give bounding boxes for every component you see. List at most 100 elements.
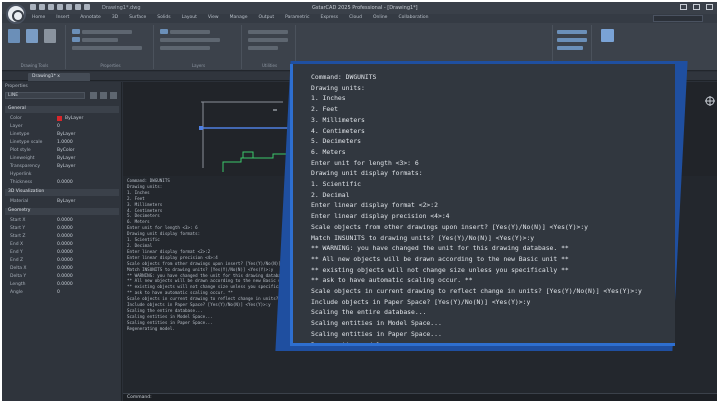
utility-row[interactable] [248, 30, 288, 34]
drawing-tool-icon[interactable] [8, 29, 20, 43]
zoomed-command-line: Enter linear display format <2>:2 [311, 201, 438, 210]
close-icon[interactable] [706, 4, 713, 10]
property-key: Linetype [10, 132, 30, 137]
menu-tab[interactable]: Cloud [349, 15, 362, 20]
express-row[interactable] [557, 30, 587, 34]
viewcube-icon[interactable] [705, 96, 715, 106]
drawing-rect[interactable] [242, 151, 254, 159]
utility-row[interactable] [248, 46, 278, 50]
zoomed-command-line: Scale objects from other drawings upon i… [311, 222, 589, 231]
toggle-pickadd-icon[interactable] [90, 92, 97, 99]
property-row[interactable]: Start Z 0.0000 [5, 233, 119, 240]
app-window: Drawing1*.dwg GstarCAD 2025 Professional… [2, 2, 717, 401]
menu-tab[interactable]: View [208, 15, 219, 20]
property-row[interactable]: Linetype scale 1.0000 [5, 139, 119, 146]
drawing-polyline[interactable] [222, 153, 294, 172]
toolbar-icon[interactable] [601, 29, 614, 42]
property-key: End X [10, 242, 24, 247]
property-key: End Z [10, 258, 24, 263]
property-value: 0.0000 [57, 226, 73, 231]
selection-dropdown[interactable]: LINE [5, 92, 85, 99]
utility-row[interactable] [248, 38, 288, 42]
save-as-icon[interactable] [57, 4, 63, 10]
zoomed-command-line: 1. Inches [311, 94, 346, 103]
search-input[interactable] [653, 15, 703, 22]
app-logo-icon[interactable] [6, 4, 26, 24]
units-icon[interactable] [26, 29, 38, 43]
properties-section-header[interactable]: Geometry [5, 208, 119, 215]
properties-section-header[interactable]: General [5, 106, 119, 113]
ribbon-group-drawing-tools: Drawing Tools [4, 25, 66, 69]
property-row[interactable]: Delta X 0.0000 [5, 265, 119, 272]
express-row[interactable] [557, 38, 587, 42]
match-icon[interactable] [72, 37, 80, 42]
property-row[interactable]: End Z 0.0000 [5, 257, 119, 264]
zoomed-command-line: 5. Decimeters [311, 137, 362, 146]
property-row[interactable]: Layer 0 [5, 123, 119, 130]
menu-tab[interactable]: Surface [129, 15, 146, 20]
property-row[interactable]: Plot style ByColor [5, 147, 119, 154]
purge-icon[interactable] [44, 29, 56, 43]
grip[interactable] [199, 126, 203, 130]
menu-tab[interactable]: Solids [157, 15, 170, 20]
property-row[interactable]: Color ByLayer [5, 115, 119, 122]
properties-section-header[interactable]: 3D Visualization [5, 189, 119, 196]
express-row[interactable] [557, 46, 583, 50]
quick-select-icon[interactable] [110, 92, 117, 99]
properties-row[interactable] [72, 46, 142, 50]
menu-tab[interactable]: Home [32, 15, 45, 20]
menu-tab[interactable]: Insert [56, 15, 69, 20]
menu-tab[interactable]: Output [258, 15, 274, 20]
save-icon[interactable] [48, 4, 54, 10]
property-key: Material [10, 199, 29, 204]
minimize-icon[interactable] [680, 4, 687, 10]
property-row[interactable]: End X 0.0000 [5, 241, 119, 248]
zoomed-command-line: Scale objects in current drawing to refl… [311, 287, 642, 296]
property-row[interactable]: Angle 0 [5, 289, 119, 296]
menu-tab[interactable]: 3D [112, 15, 118, 20]
property-row[interactable]: Length 0.0000 [5, 281, 119, 288]
property-value: 0.0000 [57, 234, 73, 239]
new-icon[interactable] [30, 4, 36, 10]
property-row[interactable]: Material ByLayer [5, 198, 119, 205]
tab-label: Drawing1* x [32, 74, 60, 79]
menu-tab[interactable]: Collaboration [398, 15, 428, 20]
menu-tab[interactable]: Online [373, 15, 388, 20]
print-icon[interactable] [66, 4, 72, 10]
tab-drawing1[interactable]: Drawing1* x [28, 73, 90, 81]
property-row[interactable]: Delta Y 0.0000 [5, 273, 119, 280]
zoomed-command-line: Scaling the entire database... [311, 308, 427, 317]
property-row[interactable]: Hyperlink [5, 171, 119, 178]
layer-icon[interactable] [160, 29, 168, 34]
select-objects-icon[interactable] [100, 92, 107, 99]
menu-tab[interactable]: Parametric [285, 15, 309, 20]
undo-icon[interactable] [75, 4, 81, 10]
layer-row[interactable] [160, 38, 220, 42]
command-input[interactable]: Command: [123, 393, 717, 401]
property-key: Thickness [10, 180, 33, 185]
layer-row[interactable] [160, 46, 210, 50]
zoomed-command-line: 1. Scientific [311, 180, 362, 189]
property-row[interactable]: Start Y 0.0000 [5, 225, 119, 232]
menu-tab[interactable]: Manage [230, 15, 248, 20]
layer-row[interactable] [170, 30, 210, 34]
property-row[interactable]: Start X 0.0000 [5, 217, 119, 224]
property-row[interactable]: Thickness 0.0000 [5, 179, 119, 186]
maximize-icon[interactable] [693, 4, 700, 10]
redo-icon[interactable] [84, 4, 90, 10]
properties-row[interactable] [82, 30, 132, 34]
properties-title: Properties [5, 84, 28, 89]
zoomed-command-line: Command: DWGUNITS [311, 73, 377, 81]
property-value: 0.0000 [57, 242, 73, 247]
property-row[interactable]: End Y 0.0000 [5, 249, 119, 256]
menu-tab[interactable]: Annotate [80, 15, 101, 20]
menu-tab[interactable]: Express [321, 15, 339, 20]
menu-tab[interactable]: Layout [182, 15, 197, 20]
open-icon[interactable] [39, 4, 45, 10]
property-row[interactable]: Transparency ByLayer [5, 163, 119, 170]
property-row[interactable]: Linetype ByLayer [5, 131, 119, 138]
property-key: Start X [10, 218, 26, 223]
select-icon[interactable] [72, 29, 80, 34]
properties-row[interactable] [82, 38, 118, 42]
property-row[interactable]: Lineweight ByLayer [5, 155, 119, 162]
